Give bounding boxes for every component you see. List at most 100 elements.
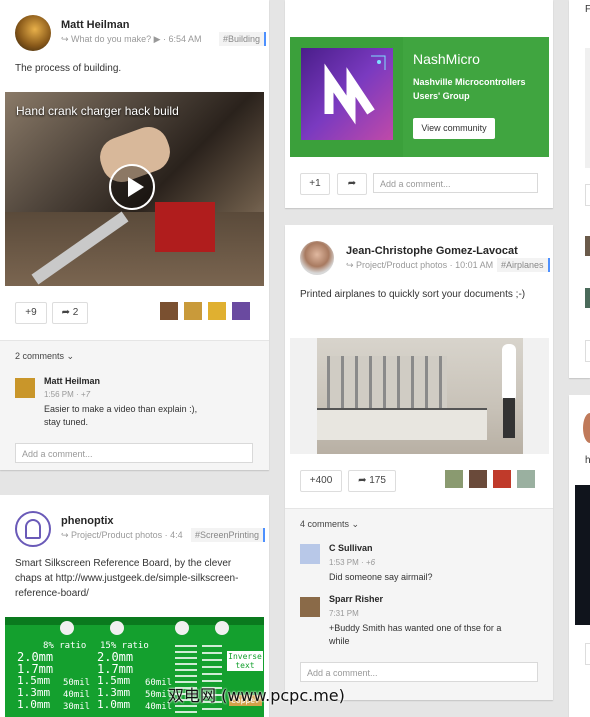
plusser-avatar[interactable] bbox=[160, 302, 178, 320]
add-comment-input[interactable]: Add a comment... bbox=[15, 443, 253, 463]
shared-via[interactable]: What do you make? bbox=[71, 34, 151, 44]
post-text: Printed airplanes to quickly sort your d… bbox=[300, 289, 526, 300]
partial-text: F bbox=[585, 4, 590, 15]
post-text: Smart Silkscreen Reference Board, by the… bbox=[15, 556, 238, 601]
pcb-label: 1.0mm bbox=[17, 698, 51, 711]
share-count: 175 bbox=[369, 475, 386, 486]
add-comment-input[interactable]: Add a comment... bbox=[373, 173, 538, 193]
pcb-inverse-label: Inverse text bbox=[227, 651, 263, 671]
post-text-line[interactable]: reference-board/ bbox=[15, 586, 238, 601]
share-button[interactable]: ➦ 175 bbox=[348, 470, 396, 492]
community-title[interactable]: NashMicro bbox=[413, 51, 480, 67]
partial-input[interactable] bbox=[585, 340, 590, 362]
plus-one-button[interactable]: +400 bbox=[300, 470, 342, 492]
plusser-avatar[interactable] bbox=[445, 470, 463, 488]
author-avatar[interactable] bbox=[15, 511, 51, 547]
plusser-avatar[interactable] bbox=[517, 470, 535, 488]
commenter-avatar[interactable] bbox=[300, 597, 320, 617]
partial-button[interactable] bbox=[585, 184, 590, 206]
shared-via[interactable]: Project/Product photos bbox=[71, 530, 162, 540]
commenter-name[interactable]: Matt Heilman bbox=[44, 376, 100, 386]
comment-line: +Buddy Smith has wanted one of thse for … bbox=[329, 623, 502, 633]
plusser-avatar[interactable] bbox=[184, 302, 202, 320]
post-card-partial-top: F bbox=[569, 0, 590, 378]
partial-text: h bbox=[585, 455, 590, 466]
partial-avatar[interactable] bbox=[585, 288, 590, 308]
commenter-avatar[interactable] bbox=[300, 544, 320, 564]
plusser-avatar[interactable] bbox=[208, 302, 226, 320]
video-thumbnail[interactable]: Hand crank charger hack build bbox=[5, 92, 264, 286]
post-text: The process of building. bbox=[15, 63, 122, 74]
partial-avatar[interactable] bbox=[583, 413, 590, 443]
comment-meta: 1:53 PM · +6 bbox=[329, 558, 376, 567]
comment-text: +Buddy Smith has wanted one of thse for … bbox=[329, 622, 501, 648]
post-meta: ↪ Project/Product photos · 4:4 bbox=[61, 530, 183, 540]
post-card-jean-christophe: Jean-Christophe Gomez-Lavocat ↪ Project/… bbox=[285, 225, 553, 700]
plus-one-button[interactable]: +1 bbox=[300, 173, 330, 195]
comments-count: 4 comments bbox=[300, 519, 350, 529]
community-description: Nashville Microcontrollers Users' Group bbox=[413, 75, 526, 103]
plusser-avatar[interactable] bbox=[469, 470, 487, 488]
comment-time[interactable]: 1:56 PM bbox=[44, 390, 74, 399]
comment-text: Easier to make a video than explain :), … bbox=[44, 403, 197, 429]
comment-line: while bbox=[329, 636, 350, 646]
hashtag[interactable]: #Building bbox=[219, 32, 267, 46]
chevron-down-icon: ⌄ bbox=[351, 519, 360, 529]
nashmicro-logo-icon bbox=[324, 55, 386, 125]
post-time[interactable]: 6:54 AM bbox=[169, 34, 202, 44]
post-text-line[interactable]: chaps at http://www.justgeek.de/simple-s… bbox=[15, 571, 238, 586]
author-avatar[interactable] bbox=[15, 15, 51, 51]
comments-toggle[interactable]: 2 comments ⌄ bbox=[15, 351, 74, 362]
comments-count: 2 comments bbox=[15, 351, 65, 361]
shared-via[interactable]: Project/Product photos bbox=[356, 260, 447, 270]
watermark: 双电网 (www.pcpc.me) bbox=[168, 686, 345, 705]
comment-meta: 1:56 PM · +7 bbox=[44, 390, 91, 399]
hashtag[interactable]: #ScreenPrinting bbox=[191, 528, 266, 542]
comment-time[interactable]: 1:53 PM bbox=[329, 558, 359, 567]
comments-toggle[interactable]: 4 comments ⌄ bbox=[300, 519, 359, 530]
post-time[interactable]: 4:4 bbox=[170, 530, 183, 540]
community-banner[interactable]: NashMicro Nashville Microcontrollers Use… bbox=[290, 37, 549, 157]
reshare-icon: ↪ bbox=[61, 530, 72, 540]
comment-meta: 7:31 PM bbox=[329, 609, 359, 618]
add-comment-input[interactable]: Add a comment... bbox=[300, 662, 538, 682]
author-avatar[interactable] bbox=[300, 241, 334, 275]
community-description-line: Nashville Microcontrollers bbox=[413, 77, 526, 87]
pcb-mil-left: 50mil 40mil 30mil bbox=[63, 677, 90, 713]
commenter-name[interactable]: Sparr Risher bbox=[329, 594, 383, 604]
reshare-icon: ↪ bbox=[346, 260, 357, 270]
author-name[interactable]: Jean-Christophe Gomez-Lavocat bbox=[346, 245, 518, 257]
comment-text: Did someone say airmail? bbox=[329, 572, 433, 582]
share-button[interactable]: ➦ bbox=[337, 173, 367, 195]
partial-avatar[interactable] bbox=[585, 236, 590, 256]
plus-one-button[interactable]: +9 bbox=[15, 302, 47, 324]
plusser-avatar[interactable] bbox=[232, 302, 250, 320]
commenter-name[interactable]: C Sullivan bbox=[329, 543, 373, 553]
plusser-avatar[interactable] bbox=[493, 470, 511, 488]
comment-plus[interactable]: +7 bbox=[81, 390, 90, 399]
video-title: Hand crank charger hack build bbox=[16, 104, 179, 118]
pcb-left-col: 2.0mm 1.7mm 1.5mm 1.3mm 1.0mm bbox=[17, 651, 53, 711]
partial-button[interactable] bbox=[585, 643, 590, 665]
comment-plus[interactable]: +6 bbox=[366, 558, 375, 567]
comment-time[interactable]: 7:31 PM bbox=[329, 609, 359, 618]
share-icon: ➦ bbox=[61, 307, 71, 318]
author-name[interactable]: phenoptix bbox=[61, 515, 114, 527]
hashtag[interactable]: #Airplanes bbox=[497, 258, 550, 272]
view-community-button[interactable]: View community bbox=[413, 118, 495, 139]
community-logo[interactable] bbox=[301, 48, 393, 140]
community-description-line: Users' Group bbox=[413, 91, 470, 101]
pcb-label: 30mil bbox=[63, 702, 91, 712]
share-button[interactable]: ➦ 2 bbox=[52, 302, 88, 324]
play-icon[interactable] bbox=[109, 164, 155, 210]
chevron-down-icon: ⌄ bbox=[66, 351, 75, 361]
post-time[interactable]: 10:01 AM bbox=[455, 260, 493, 270]
pcb-label: 1.0mm bbox=[97, 698, 131, 711]
commenter-avatar[interactable] bbox=[15, 378, 35, 398]
pcb-label: 50mil bbox=[63, 678, 91, 688]
pcb-label: 40mil bbox=[63, 690, 91, 700]
post-text-line: Smart Silkscreen Reference Board, by the… bbox=[15, 558, 232, 569]
partial-image[interactable] bbox=[575, 485, 590, 625]
post-photo[interactable] bbox=[317, 338, 523, 454]
author-name[interactable]: Matt Heilman bbox=[61, 19, 129, 31]
